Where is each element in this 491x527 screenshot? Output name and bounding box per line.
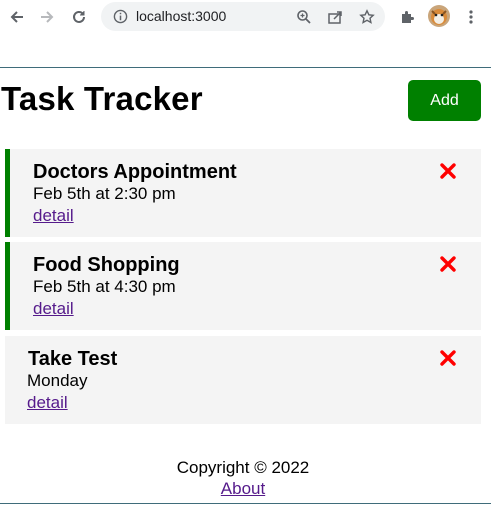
page-title: Task Tracker	[1, 80, 203, 117]
footer-copyright: Copyright © 2022	[176, 458, 310, 477]
info-icon[interactable]	[111, 7, 130, 26]
task-day: Monday	[27, 371, 88, 390]
task-detail-link[interactable]: detail	[33, 299, 74, 319]
task-detail-link[interactable]: detail	[27, 393, 68, 413]
task-title: Food Shopping	[33, 254, 180, 276]
forward-arrow-icon[interactable]	[35, 5, 59, 29]
task-item[interactable]: Doctors Appointment Feb 5th at 2:30 pm d…	[5, 149, 481, 237]
add-task-button[interactable]: Add	[408, 80, 481, 121]
reload-icon[interactable]	[67, 5, 91, 29]
close-x-icon[interactable]	[440, 350, 456, 366]
task-title: Take Test	[28, 348, 118, 370]
address-bar[interactable]: localhost:3000	[101, 2, 385, 31]
profile-avatar[interactable]	[428, 5, 450, 27]
task-item[interactable]: Food Shopping Feb 5th at 4:30 pm detail	[5, 242, 481, 330]
bottom-divider	[0, 503, 491, 504]
footer-about-link[interactable]: About	[0, 479, 486, 499]
task-day: Feb 5th at 4:30 pm	[33, 277, 176, 296]
top-divider	[0, 67, 491, 68]
close-x-icon[interactable]	[440, 256, 456, 272]
kebab-menu-icon[interactable]	[459, 5, 483, 29]
task-title: Doctors Appointment	[33, 161, 237, 183]
url-text[interactable]: localhost:3000	[136, 8, 226, 24]
zoom-icon[interactable]	[294, 7, 313, 26]
task-detail-link[interactable]: detail	[33, 206, 74, 226]
back-arrow-icon[interactable]	[5, 5, 29, 29]
share-icon[interactable]	[325, 7, 344, 26]
star-icon[interactable]	[357, 7, 376, 26]
extensions-puzzle-icon[interactable]	[395, 5, 419, 29]
task-item[interactable]: Take Test Monday detail	[5, 336, 481, 424]
close-x-icon[interactable]	[440, 163, 456, 179]
browser-toolbar: localhost:3000	[0, 0, 491, 35]
task-day: Feb 5th at 2:30 pm	[33, 184, 176, 203]
